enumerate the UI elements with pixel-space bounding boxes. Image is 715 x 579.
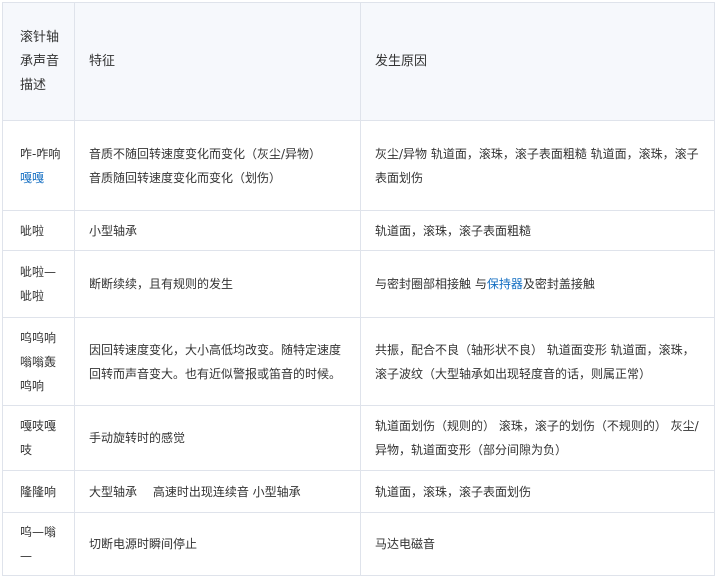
- cause-text: 灰尘/异物 轨道面，滚珠，滚子表面粗糙 轨道面，滚珠，滚子表面划伤: [375, 146, 699, 185]
- cause-cell: 轨道面，滚珠，滚子表面粗糙: [360, 210, 715, 251]
- sound-description-text: 呜—嗡—: [20, 525, 57, 563]
- cause-text: 轨道面，滚珠，滚子表面划伤: [375, 484, 532, 499]
- cause-cell: 与密封圈部相接触 与保持器及密封盖接触: [360, 250, 715, 318]
- bearing-noise-table: 滚针轴承声音描述 特征 发生原因 咋-咋响 嘎嘎 音质不随回转速度变化而变化（灰尘…: [2, 2, 715, 576]
- feature-text: 切断电源时瞬间停止: [89, 537, 198, 551]
- table-row: 呜呜响嗡嗡轰鸣响 因回转速度变化，大小高低均改变。随特定速度回转而声音变大。也有近…: [2, 317, 715, 406]
- feature-text: 因回转速度变化，大小高低均改变。随特定速度回转而声音变大。也有近似警报或笛音的时…: [89, 342, 342, 381]
- cause-text: 轨道面，滚珠，滚子表面粗糙: [375, 223, 532, 238]
- sound-description-cell: 隆隆响: [2, 470, 75, 513]
- cause-cell: 轨道面，滚珠，滚子表面划伤: [360, 470, 715, 513]
- cause-cell: 马达电磁音: [360, 512, 715, 576]
- table-row: 嘎吱嘎吱 手动旋转时的感觉 轨道面划伤（规则的） 滚珠，滚子的划伤（不规则的） 灰尘…: [2, 405, 715, 471]
- cause-text: 轨道面划伤（规则的） 滚珠，滚子的划伤（不规则的） 灰尘/异物，轨道面变形（部分…: [375, 419, 699, 457]
- sound-description-text: 嘎吱嘎吱: [20, 419, 57, 457]
- feature-text: 手动旋转时的感觉: [89, 431, 186, 445]
- table-row: 隆隆响 大型轴承 高速时出现连续音 小型轴承 轨道面，滚珠，滚子表面划伤: [2, 470, 715, 513]
- table-header-row: 滚针轴承声音描述 特征 发生原因: [2, 2, 715, 121]
- sound-description-text: 呲啦—呲啦: [20, 265, 57, 303]
- feature-cell: 断断续续，且有规则的发生: [74, 250, 361, 318]
- sound-description-text: 隆隆响: [20, 484, 57, 499]
- sound-description-text: 呜呜响嗡嗡轰鸣响: [20, 330, 57, 393]
- cause-text-suffix: 及密封盖接触: [522, 277, 595, 291]
- table-row: 呜—嗡— 切断电源时瞬间停止 马达电磁音: [2, 512, 715, 576]
- feature-text: 音质不随回转速度变化而变化（灰尘/异物）: [89, 146, 322, 161]
- sound-description-cell: 呜—嗡—: [2, 512, 75, 576]
- feature-cell: 音质不随回转速度变化而变化（灰尘/异物） 音质随回转速度变化而变化（划伤）: [74, 120, 361, 211]
- cause-text: 共振，配合不良（轴形状不良） 轨道面变形 轨道面，滚珠，滚子波纹（大型轴承如出现…: [375, 342, 695, 381]
- feature-cell: 大型轴承 高速时出现连续音 小型轴承: [74, 470, 361, 513]
- feature-cell: 因回转速度变化，大小高低均改变。随特定速度回转而声音变大。也有近似警报或笛音的时…: [74, 317, 361, 406]
- cause-cell: 灰尘/异物 轨道面，滚珠，滚子表面粗糙 轨道面，滚珠，滚子表面划伤: [360, 120, 715, 211]
- feature-cell: 手动旋转时的感觉: [74, 405, 361, 471]
- sound-description-text: 呲啦: [20, 223, 45, 238]
- cause-cell: 轨道面划伤（规则的） 滚珠，滚子的划伤（不规则的） 灰尘/异物，轨道面变形（部分…: [360, 405, 715, 471]
- table-row: 咋-咋响 嘎嘎 音质不随回转速度变化而变化（灰尘/异物） 音质随回转速度变化而变化（…: [2, 120, 715, 211]
- cause-cell: 共振，配合不良（轴形状不良） 轨道面变形 轨道面，滚珠，滚子波纹（大型轴承如出现…: [360, 317, 715, 406]
- feature-cell: 小型轴承: [74, 210, 361, 251]
- sound-description-cell: 咋-咋响 嘎嘎: [2, 120, 75, 211]
- sound-description-cell: 呲啦: [2, 210, 75, 251]
- feature-text: 断断续续，且有规则的发生: [89, 277, 234, 291]
- feature-text: 小型轴承: [89, 223, 138, 238]
- sound-description-text: 咋-咋响: [20, 146, 61, 161]
- sound-description-cell: 呜呜响嗡嗡轰鸣响: [2, 317, 75, 406]
- cause-text: 与密封圈部相接触 与: [375, 277, 487, 291]
- sound-description-cell: 嘎吱嘎吱: [2, 405, 75, 471]
- table-row: 呲啦 小型轴承 轨道面，滚珠，滚子表面粗糙: [2, 210, 715, 251]
- cause-link[interactable]: 保持器: [487, 277, 523, 291]
- cause-text: 马达电磁音: [375, 537, 436, 551]
- feature-cell: 切断电源时瞬间停止: [74, 512, 361, 576]
- header-feature: 特征: [74, 2, 361, 121]
- table-body: 滚针轴承声音描述 特征 发生原因 咋-咋响 嘎嘎 音质不随回转速度变化而变化（灰尘…: [2, 2, 715, 576]
- header-cause: 发生原因: [360, 2, 715, 121]
- table-row: 呲啦—呲啦 断断续续，且有规则的发生 与密封圈部相接触 与保持器及密封盖接触: [2, 250, 715, 318]
- header-sound-description: 滚针轴承声音描述: [2, 2, 75, 121]
- feature-text: 音质随回转速度变化而变化（划伤）: [89, 170, 282, 185]
- feature-text: 大型轴承 高速时出现连续音 小型轴承: [89, 484, 301, 499]
- sound-description-cell: 呲啦—呲啦: [2, 250, 75, 318]
- sound-description-link[interactable]: 嘎嘎: [20, 171, 44, 185]
